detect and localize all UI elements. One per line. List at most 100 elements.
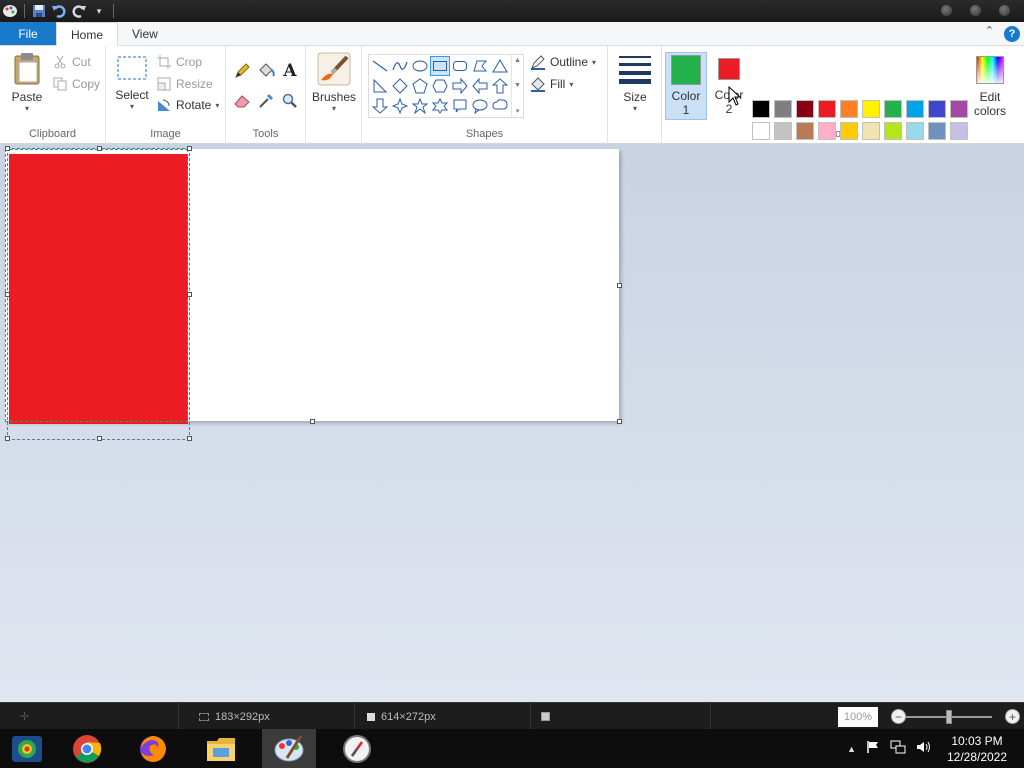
maximize-button[interactable] <box>970 5 981 16</box>
zoom-level[interactable]: 100% <box>838 707 878 727</box>
select-button[interactable]: Select ▾ <box>112 54 152 111</box>
scroll-down-icon[interactable]: ▼ <box>514 82 521 89</box>
resize-button[interactable]: Resize <box>156 75 213 93</box>
cloud-callout-shape-icon[interactable] <box>490 96 510 116</box>
rotate-button[interactable]: Rotate ▾ <box>156 96 219 114</box>
left-arrow-shape-icon[interactable] <box>470 76 490 96</box>
triangle-shape-icon[interactable] <box>490 56 510 76</box>
palette-swatch[interactable] <box>796 100 814 118</box>
up-arrow-shape-icon[interactable] <box>490 76 510 96</box>
size-button[interactable]: Size ▾ <box>614 54 656 113</box>
four-point-star-shape-icon[interactable] <box>390 96 410 116</box>
palette-swatch[interactable] <box>774 100 792 118</box>
paste-button[interactable]: Paste ▾ <box>8 52 46 113</box>
compass-app-icon[interactable] <box>330 729 384 768</box>
action-center-flag-icon[interactable] <box>866 740 880 757</box>
tab-home[interactable]: Home <box>56 22 119 47</box>
selection-handle-bottom-left[interactable] <box>5 436 10 441</box>
selection-box[interactable] <box>5 146 192 441</box>
selection-handle-top-right[interactable] <box>187 146 192 151</box>
minimize-button[interactable] <box>941 5 952 16</box>
crop-button[interactable]: Crop <box>156 53 202 71</box>
text-tool-icon[interactable]: A <box>279 60 301 82</box>
palette-swatch[interactable] <box>950 122 968 140</box>
canvas-workspace[interactable] <box>0 144 1024 702</box>
oval-callout-shape-icon[interactable] <box>470 96 490 116</box>
pencil-icon[interactable] <box>231 60 253 82</box>
close-button[interactable] <box>999 5 1010 16</box>
tab-file[interactable]: File <box>0 22 56 45</box>
file-explorer-icon[interactable] <box>194 729 248 768</box>
palette-swatch[interactable] <box>840 122 858 140</box>
customize-dropdown-icon[interactable]: ▾ <box>89 1 109 21</box>
copy-button[interactable]: Copy <box>52 75 100 93</box>
fill-bucket-icon[interactable] <box>255 60 277 82</box>
palette-swatch[interactable] <box>884 122 902 140</box>
palette-swatch[interactable] <box>752 100 770 118</box>
shapes-gallery-scroll[interactable]: ▲ ▼ ▾ <box>511 55 523 117</box>
line-shape-icon[interactable] <box>370 56 390 76</box>
show-hidden-icons-icon[interactable]: ▲ <box>847 744 856 754</box>
canvas-resize-handle-bottom[interactable] <box>310 419 315 424</box>
palette-swatch[interactable] <box>774 122 792 140</box>
oval-shape-icon[interactable] <box>410 56 430 76</box>
color-picker-icon[interactable] <box>255 90 277 112</box>
right-triangle-shape-icon[interactable] <box>370 76 390 96</box>
palette-swatch[interactable] <box>928 122 946 140</box>
palette-swatch[interactable] <box>950 100 968 118</box>
curve-shape-icon[interactable] <box>390 56 410 76</box>
diamond-shape-icon[interactable] <box>390 76 410 96</box>
chrome-browser-icon[interactable] <box>60 729 114 768</box>
six-point-star-shape-icon[interactable] <box>430 96 450 116</box>
redo-icon[interactable] <box>69 1 89 21</box>
palette-swatch[interactable] <box>840 100 858 118</box>
palette-swatch[interactable] <box>818 100 836 118</box>
selection-handle-bottom[interactable] <box>97 436 102 441</box>
undo-icon[interactable] <box>49 1 69 21</box>
paint-taskbar-icon[interactable] <box>262 729 316 768</box>
selection-handle-top[interactable] <box>97 146 102 151</box>
minimize-ribbon-icon[interactable]: ⌃ <box>985 24 994 37</box>
polygon-shape-icon[interactable] <box>470 56 490 76</box>
cut-button[interactable]: Cut <box>52 53 91 71</box>
right-arrow-shape-icon[interactable] <box>450 76 470 96</box>
canvas-resize-handle-right[interactable] <box>617 283 622 288</box>
rounded-rectangle-shape-icon[interactable] <box>450 56 470 76</box>
help-icon[interactable]: ? <box>1004 26 1020 42</box>
down-arrow-shape-icon[interactable] <box>370 96 390 116</box>
edit-colors-button[interactable]: Edit colors <box>968 52 1012 120</box>
paint-app-icon[interactable] <box>0 1 20 21</box>
network-icon[interactable] <box>890 740 906 757</box>
expand-gallery-icon[interactable]: ▾ <box>516 107 520 115</box>
palette-swatch[interactable] <box>906 122 924 140</box>
selection-handle-left[interactable] <box>5 292 10 297</box>
tab-view[interactable]: View <box>118 22 172 45</box>
zoom-out-button[interactable]: − <box>891 709 906 724</box>
zoom-slider-thumb[interactable] <box>946 710 952 724</box>
save-icon[interactable] <box>29 1 49 21</box>
zoom-in-button[interactable]: + <box>1005 709 1020 724</box>
palette-swatch[interactable] <box>752 122 770 140</box>
five-point-star-shape-icon[interactable] <box>410 96 430 116</box>
eraser-icon[interactable] <box>231 90 253 112</box>
rectangle-shape-icon[interactable] <box>430 56 450 76</box>
color1-button[interactable]: Color 1 <box>665 52 707 120</box>
palette-swatch[interactable] <box>862 100 880 118</box>
pentagon-shape-icon[interactable] <box>410 76 430 96</box>
selection-handle-top-left[interactable] <box>5 146 10 151</box>
palette-swatch[interactable] <box>928 100 946 118</box>
palette-swatch[interactable] <box>796 122 814 140</box>
brushes-button[interactable]: Brushes ▾ <box>312 52 356 113</box>
taskbar-clock[interactable]: 10:03 PM 12/28/2022 <box>942 733 1012 765</box>
selection-handle-bottom-right[interactable] <box>187 436 192 441</box>
outline-button[interactable]: Outline ▾ <box>530 53 596 71</box>
magnifier-icon[interactable] <box>279 90 301 112</box>
palette-swatch[interactable] <box>884 100 902 118</box>
start-menu-icon[interactable] <box>0 729 54 768</box>
rounded-callout-shape-icon[interactable] <box>450 96 470 116</box>
volume-icon[interactable] <box>916 740 932 757</box>
palette-swatch[interactable] <box>818 122 836 140</box>
firefox-browser-icon[interactable] <box>126 729 180 768</box>
zoom-slider[interactable] <box>906 710 992 724</box>
scroll-up-icon[interactable]: ▲ <box>514 57 521 64</box>
